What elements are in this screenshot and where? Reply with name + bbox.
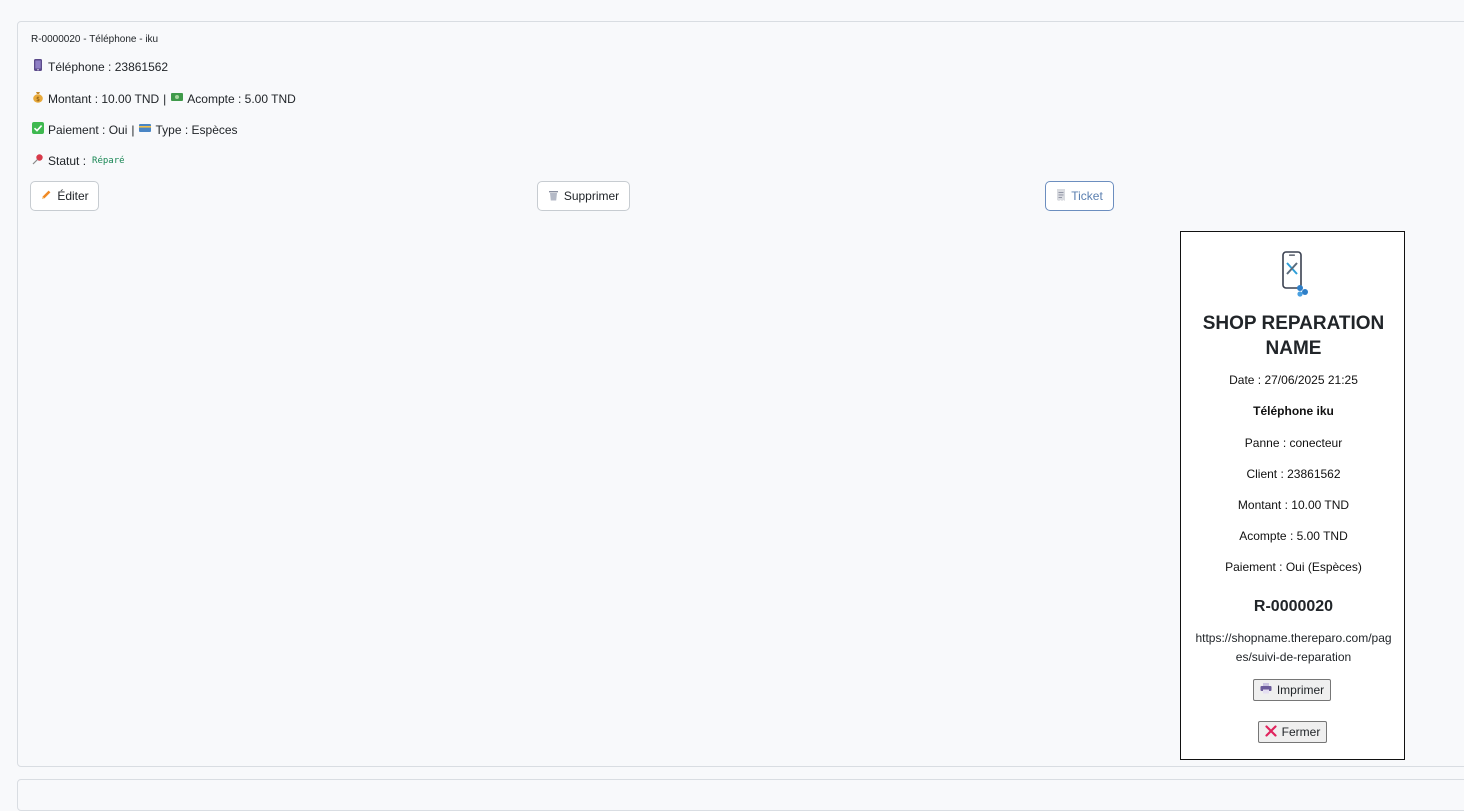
ticket-date: Date : 27/06/2025 21:25	[1229, 373, 1358, 387]
ticket-payment: Paiement : Oui (Espèces)	[1225, 560, 1362, 574]
ticket-deposit: Acompte : 5.00 TND	[1239, 529, 1348, 543]
money-bag-icon: $	[31, 91, 44, 106]
check-mark-icon	[31, 122, 44, 137]
payment-label: Paiement : Oui	[48, 122, 128, 137]
pencil-icon	[40, 189, 52, 204]
edit-label: Éditer	[57, 189, 89, 203]
delete-label: Supprimer	[563, 189, 620, 203]
close-button[interactable]: Fermer	[1258, 721, 1327, 743]
amount-line: $ Montant : 10.00 TND | Acompte : 5.00 T…	[31, 91, 296, 106]
phone-label: Téléphone : 23861562	[48, 59, 169, 74]
shop-name: SHOP REPARATION NAME	[1202, 313, 1385, 359]
next-repair-card	[17, 779, 1464, 811]
ticket-issue: Panne : conecteur	[1244, 436, 1343, 450]
printer-icon	[1260, 683, 1272, 697]
status-line: Statut : Réparé	[31, 153, 125, 168]
close-label: Fermer	[1281, 725, 1321, 739]
payment-line: Paiement : Oui | Type : Espèces	[31, 122, 238, 137]
shop-logo	[1270, 247, 1316, 301]
receipt-icon	[1056, 188, 1066, 204]
delete-button[interactable]: Supprimer	[537, 181, 630, 211]
cross-mark-icon	[1265, 724, 1277, 740]
ticket-reference: R-0000020	[1253, 598, 1334, 615]
status-label: Statut :	[48, 153, 87, 168]
ticket-tracking-url: https://shopname.thereparo.com/pages/sui…	[1195, 631, 1392, 664]
banknote-icon	[170, 92, 183, 105]
type-label: Type : Espèces	[155, 122, 238, 137]
separator: |	[131, 122, 135, 137]
separator: |	[163, 91, 167, 106]
ticket-amount: Montant : 10.00 TND	[1237, 498, 1350, 512]
repair-title: R-0000020 - Téléphone - iku	[31, 34, 159, 45]
svg-text:$: $	[36, 96, 40, 103]
amount-label: Montant : 10.00 TND	[48, 91, 160, 106]
phone-line: Téléphone : 23861562	[31, 59, 168, 74]
deposit-label: Acompte : 5.00 TND	[187, 91, 296, 106]
wastebasket-icon	[548, 189, 559, 204]
ticket-client: Client : 23861562	[1246, 467, 1341, 481]
edit-button[interactable]: Éditer	[30, 181, 99, 211]
print-label: Imprimer	[1276, 683, 1325, 697]
print-button[interactable]: Imprimer	[1253, 679, 1331, 701]
status-value: Réparé	[92, 155, 125, 166]
ticket-preview: SHOP REPARATION NAME Date : 27/06/2025 2…	[1180, 231, 1405, 760]
pushpin-icon	[31, 153, 44, 168]
credit-card-icon	[139, 123, 152, 136]
ticket-button[interactable]: Ticket	[1045, 181, 1114, 211]
ticket-device: Téléphone iku	[1253, 404, 1334, 418]
mobile-phone-icon	[31, 59, 44, 74]
ticket-label: Ticket	[1071, 189, 1103, 203]
